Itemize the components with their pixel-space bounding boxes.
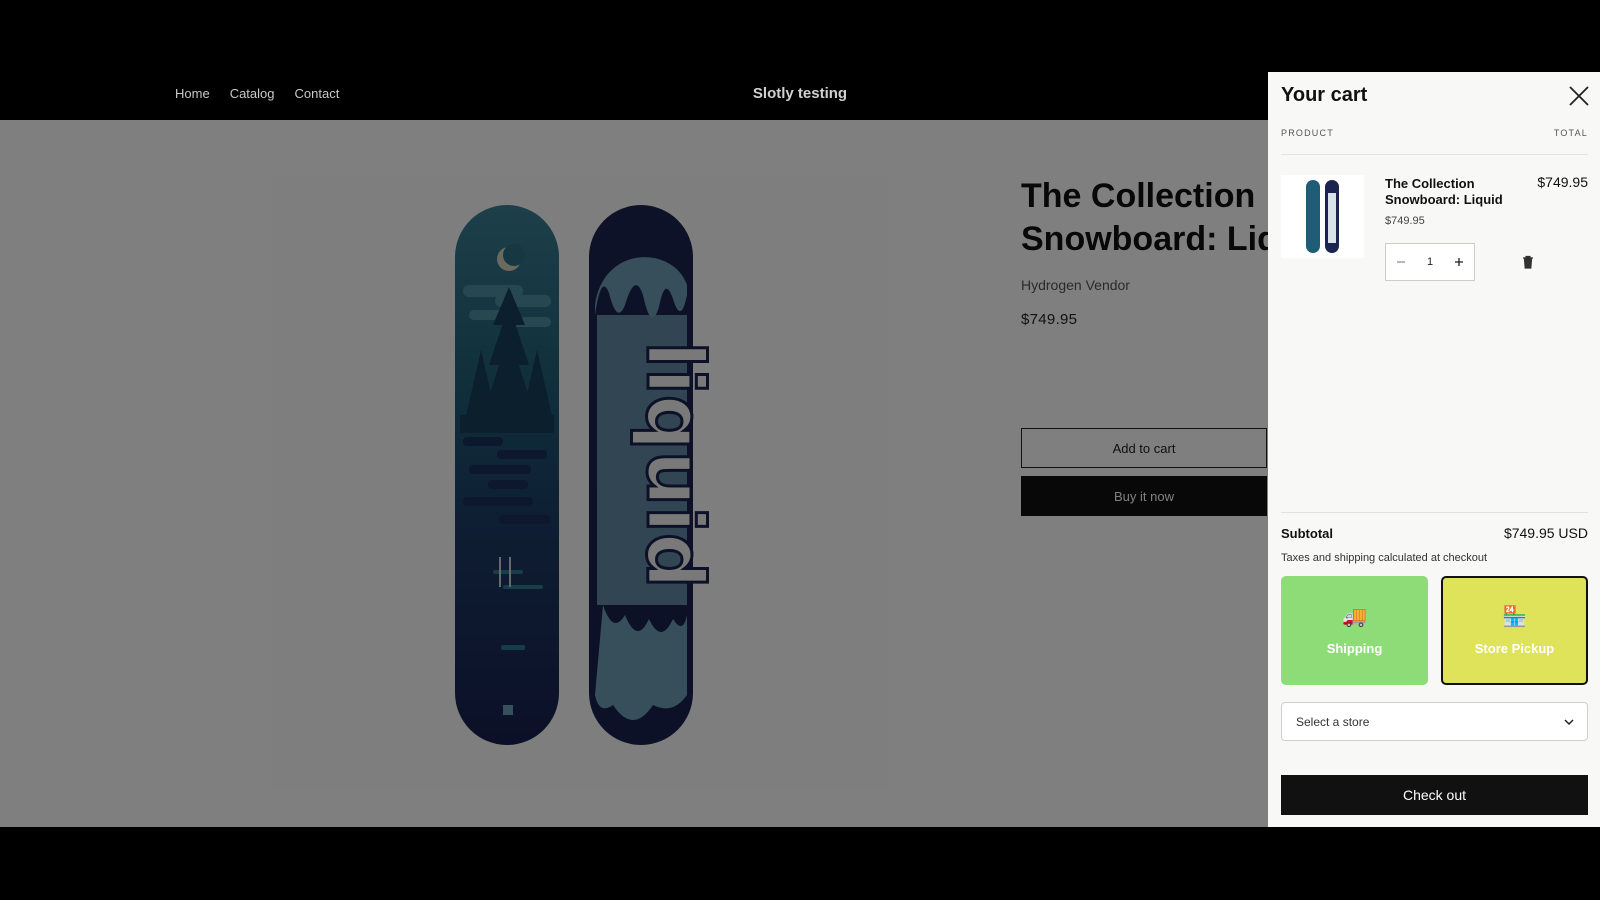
- plus-icon: [1455, 258, 1463, 266]
- cart-item-total: $749.95: [1537, 174, 1588, 190]
- site-nav-dimmed: Home Catalog Contact: [175, 86, 339, 101]
- quantity-stepper: 1: [1385, 243, 1475, 281]
- site-header-dimmed: Home Catalog Contact Slotly testing: [0, 72, 1268, 120]
- tax-note: Taxes and shipping calculated at checkou…: [1281, 552, 1488, 564]
- divider: [1281, 154, 1588, 155]
- store-select-dropdown[interactable]: Select a store: [1281, 702, 1588, 741]
- checkout-button[interactable]: Check out: [1281, 775, 1588, 815]
- nav-contact-link[interactable]: Contact: [295, 86, 340, 101]
- close-icon[interactable]: [1567, 84, 1591, 108]
- nav-home-link[interactable]: Home: [175, 86, 210, 101]
- store-pickup-option-button[interactable]: 🏪 Store Pickup: [1441, 576, 1588, 685]
- trash-icon[interactable]: [1521, 255, 1535, 269]
- cart-item-thumbnail[interactable]: [1281, 175, 1364, 258]
- cart-title: Your cart: [1281, 84, 1368, 106]
- store-pickup-option-label: Store Pickup: [1474, 641, 1555, 656]
- modal-overlay[interactable]: [0, 120, 1268, 827]
- subtotal-value: $749.95 USD: [1503, 525, 1588, 541]
- minus-icon: [1397, 261, 1405, 263]
- quantity-value[interactable]: 1: [1416, 256, 1444, 268]
- delivery-truck-icon: 🚚: [1342, 606, 1367, 628]
- shipping-option-button[interactable]: 🚚 Shipping: [1281, 576, 1428, 685]
- nav-catalog-link[interactable]: Catalog: [230, 86, 275, 101]
- viewport: Home Catalog Contact Slotly testing Your…: [0, 0, 1600, 900]
- store-icon: 🏪: [1502, 606, 1527, 628]
- shipping-option-label: Shipping: [1326, 641, 1383, 656]
- subtotal-label: Subtotal: [1281, 526, 1333, 541]
- quantity-increase-button[interactable]: [1444, 244, 1474, 280]
- column-header-product: PRODUCT: [1281, 128, 1334, 138]
- site-title[interactable]: Slotly testing: [700, 85, 900, 102]
- quantity-decrease-button[interactable]: [1386, 244, 1416, 280]
- cart-drawer: Your cart PRODUCT TOTAL The Collection S…: [1268, 72, 1600, 827]
- divider: [1281, 512, 1588, 513]
- chevron-down-icon: [1564, 719, 1574, 726]
- column-header-total: TOTAL: [1553, 128, 1588, 138]
- store-select-value: Select a store: [1296, 714, 1370, 729]
- cart-item-unit-price: $749.95: [1385, 215, 1425, 227]
- cart-item-name[interactable]: The Collection Snowboard: Liquid: [1385, 176, 1525, 208]
